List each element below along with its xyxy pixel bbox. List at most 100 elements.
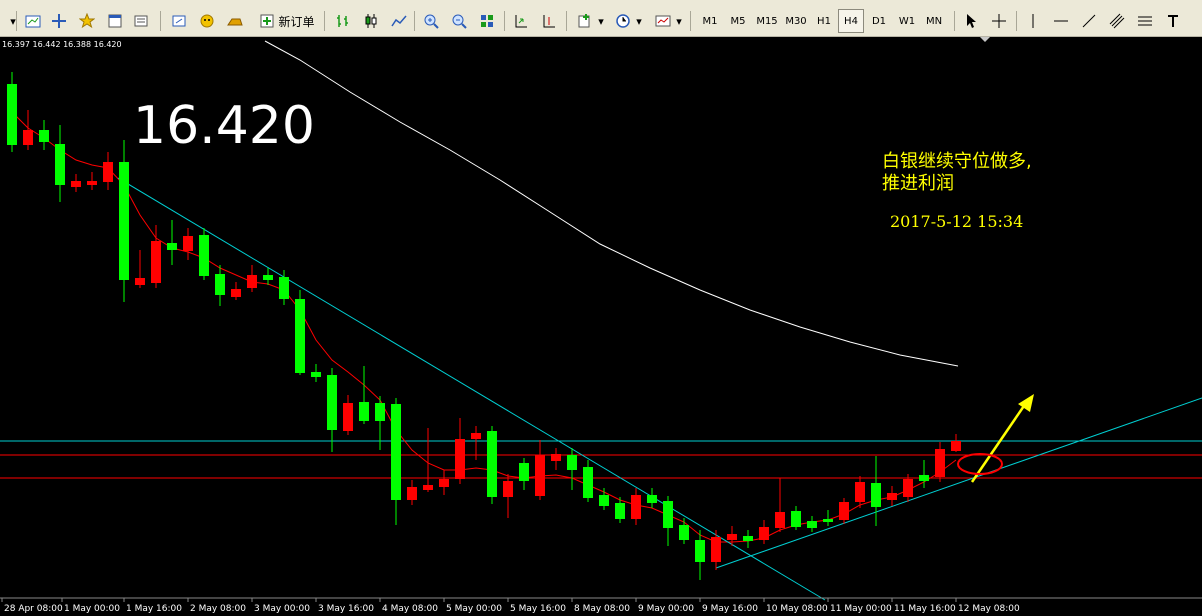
candle-body	[87, 181, 97, 185]
candle-body	[359, 402, 369, 421]
candle-body	[535, 455, 545, 496]
timeframe-m30[interactable]: M30	[782, 9, 810, 33]
timeframe-m15[interactable]: M15	[753, 9, 781, 33]
periods-clock-icon[interactable]	[612, 9, 634, 33]
candle-body	[279, 277, 289, 299]
chart-shift-icon[interactable]	[538, 9, 560, 33]
candle-body	[311, 372, 321, 377]
x-axis-tick-label: 11 May 16:00	[894, 604, 956, 614]
navigator-icon[interactable]	[104, 9, 126, 33]
expert-advisor-icon[interactable]	[196, 9, 218, 33]
x-axis-tick-label: 1 May 00:00	[64, 604, 120, 614]
toolbar-separator	[504, 11, 505, 31]
new-order-icon	[260, 14, 274, 28]
x-axis-tick-label: 8 May 08:00	[574, 604, 630, 614]
x-axis-tick-label: 4 May 08:00	[382, 604, 438, 614]
templates-icon[interactable]	[652, 9, 674, 33]
candle-body	[775, 512, 785, 528]
x-axis-tick-label: 5 May 16:00	[510, 604, 566, 614]
candle-body	[503, 481, 513, 497]
candle-body	[167, 243, 177, 250]
candle-body	[343, 403, 353, 431]
favorites-star-icon[interactable]	[76, 9, 98, 33]
chart-shift-marker	[980, 37, 990, 42]
candle-body	[759, 527, 769, 540]
candle-body	[199, 235, 209, 276]
moving-average-line	[264, 40, 959, 367]
ohlc-readout: 16.397 16.442 16.388 16.420	[2, 40, 122, 49]
candle-body	[39, 130, 49, 142]
timeframe-m1[interactable]: M1	[697, 9, 723, 33]
candle-body	[903, 479, 913, 497]
candle-body	[263, 275, 273, 280]
candle-body	[727, 534, 737, 540]
x-axis-tick-label: 10 May 08:00	[766, 604, 828, 614]
timeframe-d1[interactable]: D1	[866, 9, 892, 33]
zoom-in-icon[interactable]	[420, 9, 442, 33]
candle-body	[551, 454, 561, 461]
periods-dropdown-icon[interactable]: ▾	[634, 9, 644, 33]
timeframe-h1[interactable]: H1	[811, 9, 837, 33]
x-axis-tick-label: 5 May 00:00	[446, 604, 502, 614]
autoscroll-icon[interactable]	[510, 9, 532, 33]
candle-body	[951, 441, 961, 451]
timeframe-h4[interactable]: H4	[838, 9, 864, 33]
toolbar-separator	[1016, 11, 1017, 31]
x-axis-tick-label: 1 May 16:00	[126, 604, 182, 614]
candle-body	[151, 241, 161, 283]
candle-body	[375, 403, 385, 421]
candle-body	[407, 487, 417, 500]
tile-windows-icon[interactable]	[476, 9, 498, 33]
crosshair-icon[interactable]	[988, 9, 1010, 33]
candlestick-chart-icon[interactable]	[360, 9, 382, 33]
fullscreen-icon[interactable]	[168, 9, 190, 33]
templates-dropdown-icon[interactable]: ▾	[674, 9, 684, 33]
candle-body	[55, 144, 65, 185]
toolbar-separator	[160, 11, 161, 31]
x-axis-tick-label: 9 May 00:00	[638, 604, 694, 614]
crosshair-move-icon[interactable]	[48, 9, 70, 33]
candle-body	[935, 449, 945, 477]
gold-bars-icon[interactable]	[224, 9, 246, 33]
candle-body	[711, 537, 721, 562]
toolbar-separator	[954, 11, 955, 31]
terminal-icon[interactable]	[130, 9, 152, 33]
timeframe-m5[interactable]: M5	[725, 9, 751, 33]
indicators-dropdown-icon[interactable]: ▾	[596, 9, 606, 33]
channel-icon[interactable]	[1106, 9, 1128, 33]
new-chart-icon[interactable]	[22, 9, 44, 33]
bar-chart-icon[interactable]	[332, 9, 354, 33]
toolbar-separator	[414, 11, 415, 31]
candle-body	[583, 467, 593, 498]
candle-body	[615, 503, 625, 519]
fibonacci-icon[interactable]	[1134, 9, 1156, 33]
candle-body	[855, 482, 865, 502]
candle-body	[71, 181, 81, 187]
candle-body	[7, 84, 17, 145]
candle-body	[919, 475, 929, 481]
candle-body	[679, 525, 689, 540]
indicators-icon[interactable]	[574, 9, 596, 33]
vertical-line-icon[interactable]	[1022, 9, 1044, 33]
horizontal-line-icon[interactable]	[1050, 9, 1072, 33]
candle-body	[215, 274, 225, 295]
cursor-arrow-icon[interactable]	[960, 9, 982, 33]
candle-body	[871, 483, 881, 507]
annotation-line2: 推进利润	[882, 173, 954, 194]
trendline-icon[interactable]	[1078, 9, 1100, 33]
zoom-out-icon[interactable]	[448, 9, 470, 33]
candle-body	[567, 455, 577, 470]
line-chart-icon[interactable]	[388, 9, 410, 33]
new-order-button[interactable]: 新订单	[256, 9, 318, 33]
text-label-icon[interactable]	[1162, 9, 1184, 33]
dropdown-arrow-icon[interactable]: ▾	[2, 9, 24, 33]
candle-body	[455, 439, 465, 479]
candle-body	[839, 502, 849, 520]
timeframe-w1[interactable]: W1	[894, 9, 920, 33]
candle-body	[519, 463, 529, 481]
candle-body	[887, 493, 897, 500]
timeframe-mn[interactable]: MN	[921, 9, 947, 33]
candle-body	[695, 540, 705, 562]
toolbar-separator	[16, 11, 17, 31]
x-axis-tick-label: 28 Apr 08:00	[4, 604, 63, 614]
